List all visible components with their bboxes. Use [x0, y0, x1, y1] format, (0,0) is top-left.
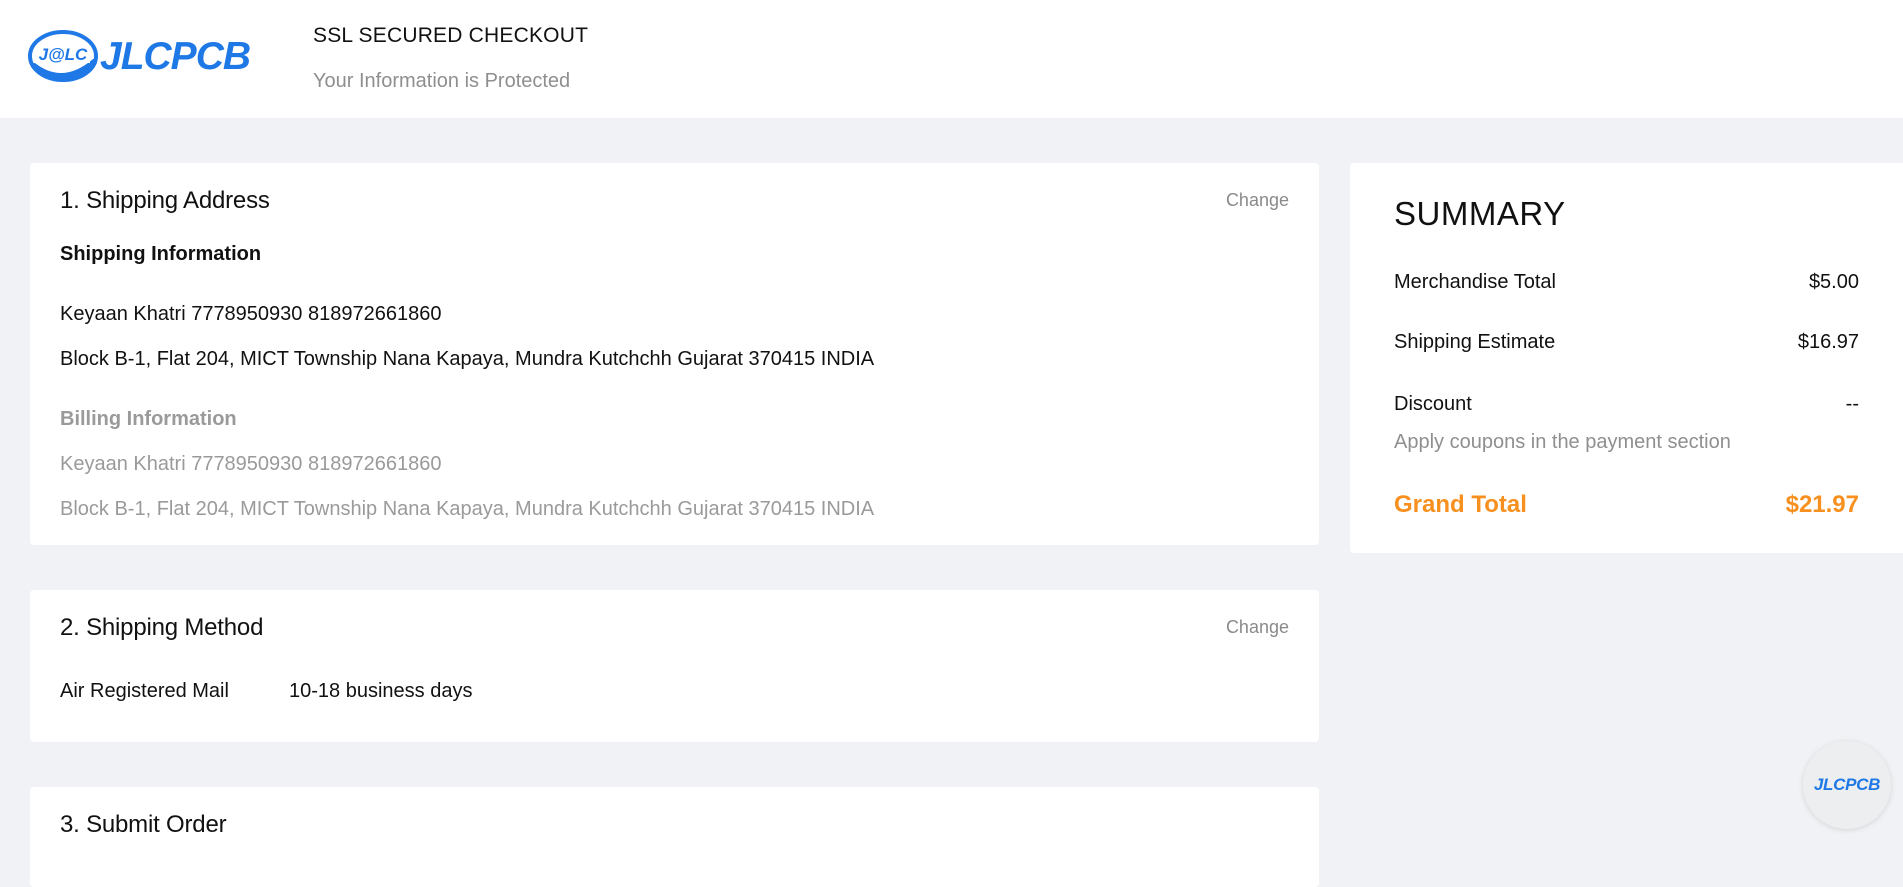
change-shipping-address-link[interactable]: Change: [1226, 190, 1289, 211]
shipping-estimate-value: $16.97: [1797, 331, 1859, 353]
merchandise-total-value: $5.00: [1808, 271, 1859, 293]
merchandise-total-row: Merchandise Total $5.00: [1394, 271, 1859, 294]
change-shipping-method-link[interactable]: Change: [1226, 617, 1289, 638]
shipping-method-name: Air Registered Mail: [60, 680, 229, 702]
merchandise-total-label: Merchandise Total: [1394, 271, 1556, 293]
shipping-estimate-label: Shipping Estimate: [1394, 331, 1556, 353]
page-header: J@LC JLCPCB SSL SECURED CHECKOUT Your In…: [0, 0, 1903, 118]
discount-value: --: [1845, 393, 1859, 415]
submit-order-card: 3. Submit Order: [30, 787, 1319, 887]
discount-label: Discount: [1394, 393, 1472, 415]
shipping-method-title: 2. Shipping Method: [60, 614, 264, 641]
submit-order-title: 3. Submit Order: [60, 811, 227, 838]
shipping-delivery-time: 10-18 business days: [289, 680, 473, 702]
shipping-address-line: Block B-1, Flat 204, MICT Township Nana …: [60, 348, 875, 370]
order-summary-card: SUMMARY Merchandise Total $5.00 Shipping…: [1350, 163, 1903, 553]
logo-mark-icon: J@LC: [28, 28, 98, 84]
shipping-method-card: 2. Shipping Method Change Air Registered…: [30, 590, 1319, 742]
chat-support-logo: JLCPCB: [1813, 775, 1881, 794]
chat-support-button[interactable]: JLCPCB: [1803, 741, 1891, 829]
checkout-title: SSL SECURED CHECKOUT: [313, 24, 589, 47]
shipping-name-phone: Keyaan Khatri 7778950930 818972661860: [60, 303, 442, 325]
grand-total-row: Grand Total $21.97: [1394, 491, 1859, 519]
checkout-subtitle: Your Information is Protected: [313, 70, 571, 92]
billing-information-heading: Billing Information: [60, 408, 237, 430]
discount-row: Discount --: [1394, 393, 1859, 416]
shipping-method-row: Air Registered Mail 10-18 business days: [60, 680, 472, 703]
grand-total-label: Grand Total: [1394, 491, 1527, 518]
shipping-estimate-row: Shipping Estimate $16.97: [1394, 331, 1859, 354]
grand-total-value: $21.97: [1785, 491, 1859, 518]
billing-name-phone: Keyaan Khatri 7778950930 818972661860: [60, 453, 442, 475]
logo-wordmark: JLCPCB: [100, 35, 251, 78]
shipping-address-title: 1. Shipping Address: [60, 187, 270, 214]
jlcpcb-logo[interactable]: J@LC JLCPCB: [28, 26, 251, 86]
svg-text:J@LC: J@LC: [39, 45, 88, 64]
shipping-address-card: 1. Shipping Address Change Shipping Info…: [30, 163, 1319, 545]
discount-note: Apply coupons in the payment section: [1394, 431, 1731, 453]
summary-title: SUMMARY: [1394, 195, 1566, 232]
shipping-information-heading: Shipping Information: [60, 243, 262, 265]
billing-address-line: Block B-1, Flat 204, MICT Township Nana …: [60, 498, 875, 520]
